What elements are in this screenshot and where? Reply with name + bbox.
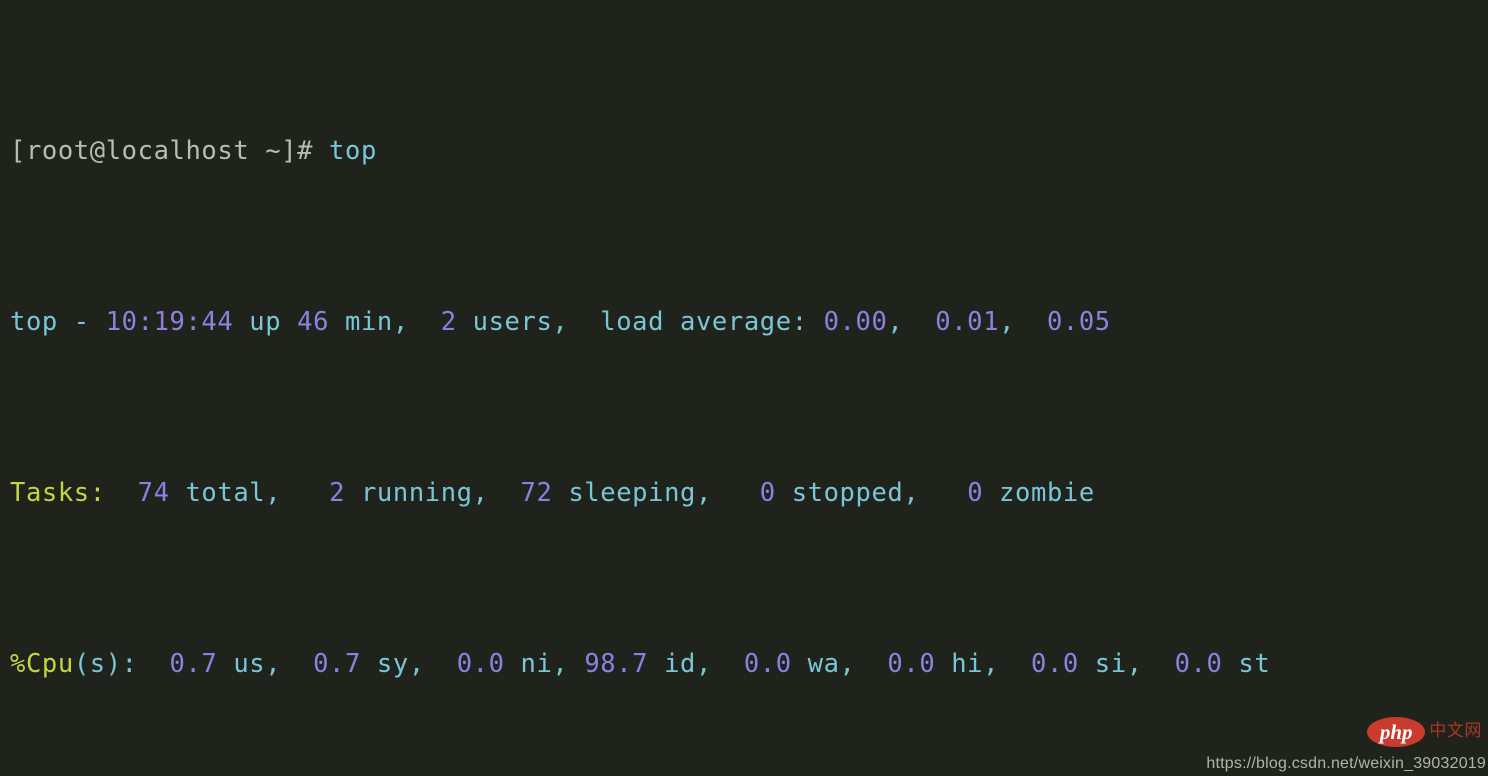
- cpu-st-value: 0.0: [1174, 648, 1223, 679]
- uptime-unit: min,: [329, 306, 441, 337]
- users-label: users,: [456, 306, 601, 337]
- cpu-label-suffix: (s):: [73, 648, 138, 679]
- cpu-hi-label: hi,: [935, 648, 1000, 679]
- tasks-total-value: 74: [137, 477, 170, 508]
- tasks-running-label: running,: [345, 477, 489, 508]
- tasks-running-value: 2: [329, 477, 346, 508]
- typed-command: top: [329, 136, 377, 167]
- terminal-window[interactable]: [root@localhost ~]# top top - 10:19:44 u…: [0, 0, 1488, 776]
- load-sep-1: ,: [887, 306, 936, 337]
- top-summary-line: top - 10:19:44 up 46 min, 2 users, load …: [10, 301, 1270, 344]
- cpu-hi-value: 0.0: [887, 648, 936, 679]
- cpu-wa-label: wa,: [791, 648, 856, 679]
- load-sep-2: ,: [999, 306, 1047, 337]
- cpu-sy-value: 0.7: [313, 648, 361, 679]
- tasks-stopped-value: 0: [759, 477, 776, 508]
- top-program-label: top -: [10, 306, 106, 337]
- cpu-us-label: us,: [217, 648, 282, 679]
- tasks-sleeping-label: sleeping,: [552, 477, 712, 508]
- users-count: 2: [440, 306, 457, 337]
- uptime-label: up: [233, 306, 298, 337]
- load-average-5min: 0.01: [935, 306, 1000, 337]
- cpu-us-value: 0.7: [169, 648, 218, 679]
- tasks-label: Tasks:: [10, 477, 106, 508]
- current-time: 10:19:44: [105, 306, 234, 337]
- php-badge: php 中文网: [1367, 710, 1482, 753]
- tasks-line: Tasks: 74 total, 2 running, 72 sleeping,…: [10, 472, 1270, 515]
- terminal-output: [root@localhost ~]# top top - 10:19:44 u…: [10, 2, 1270, 776]
- load-average-15min: 0.05: [1046, 306, 1111, 337]
- tasks-stopped-label: stopped,: [775, 477, 920, 508]
- prompt-line: [root@localhost ~]# top: [10, 130, 1270, 173]
- tasks-zombie-value: 0: [967, 477, 984, 508]
- tasks-total-label: total,: [169, 477, 282, 508]
- cpu-si-value: 0.0: [1031, 648, 1079, 679]
- load-average-1min: 0.00: [823, 306, 888, 337]
- cpu-sy-label: sy,: [360, 648, 425, 679]
- tasks-sleeping-value: 72: [520, 477, 553, 508]
- php-logo-icon: php: [1367, 716, 1426, 747]
- cpu-st-label: st: [1222, 648, 1271, 679]
- cpu-line: %Cpu(s): 0.7 us, 0.7 sy, 0.0 ni, 98.7 id…: [10, 643, 1270, 686]
- tasks-zombie-label: zombie: [983, 477, 1095, 508]
- uptime-value: 46: [297, 306, 330, 337]
- cpu-id-label: id,: [648, 648, 712, 679]
- cpu-label-percent: %Cpu: [10, 648, 74, 679]
- load-average-label: load average:: [600, 306, 824, 337]
- cpu-id-value: 98.7: [584, 648, 649, 679]
- cpu-wa-value: 0.0: [743, 648, 792, 679]
- shell-prompt: [root@localhost ~]#: [10, 136, 330, 167]
- watermark-cn-text: 中文网: [1429, 721, 1482, 742]
- cpu-si-label: si,: [1078, 648, 1143, 679]
- cpu-ni-label: ni,: [504, 648, 569, 679]
- cpu-ni-value: 0.0: [456, 648, 505, 679]
